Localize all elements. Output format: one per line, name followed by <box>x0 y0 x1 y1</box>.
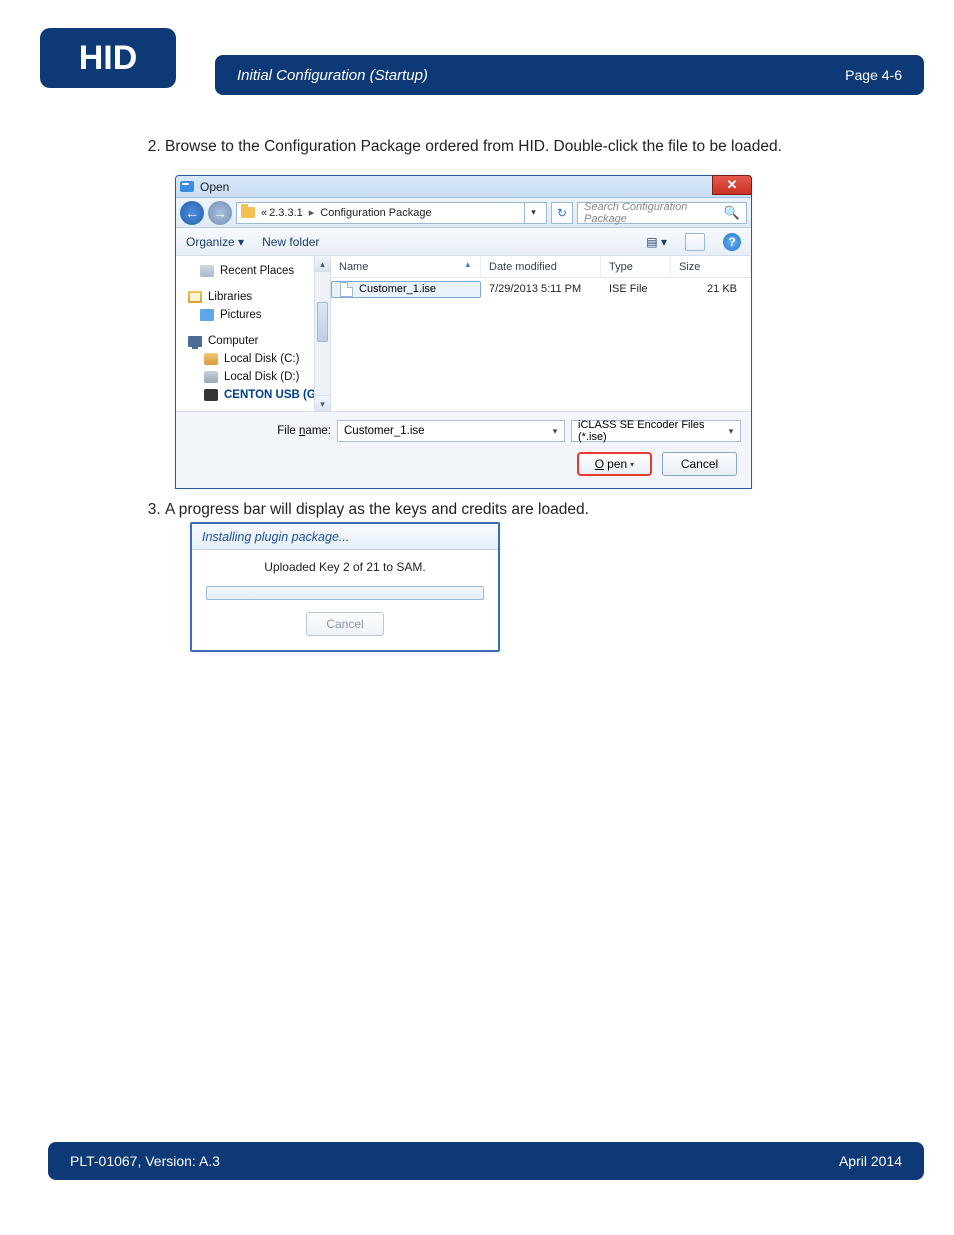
forward-button[interactable]: → <box>208 201 232 225</box>
column-headers: Name▴ Date modified Type Size <box>331 256 751 278</box>
organize-button[interactable]: Organize ▾ <box>186 235 244 249</box>
file-icon <box>340 282 353 297</box>
sort-asc-icon: ▴ <box>465 259 470 270</box>
col-type[interactable]: Type <box>601 256 671 277</box>
refresh-button[interactable]: ↻ <box>551 202 573 224</box>
footer-right: April 2014 <box>839 1153 902 1169</box>
logo-text: HID <box>79 39 138 78</box>
crumb-prefix: « <box>261 207 267 219</box>
header-title: Initial Configuration (Startup) <box>237 67 428 84</box>
dialog-titlebar[interactable]: Open ✕ <box>176 176 751 198</box>
nav-sidebar: ▴ ▾ Recent Places Libraries Pictures Com… <box>176 256 331 411</box>
chevron-down-icon[interactable]: ▾ <box>546 421 564 441</box>
page-footer: PLT-01067, Version: A.3 April 2014 <box>48 1142 924 1180</box>
views-button[interactable]: ▤ ▾ <box>646 235 667 249</box>
hid-logo: HID <box>40 28 200 98</box>
sidebar-item-usb[interactable]: CENTON USB (G:) <box>184 386 330 404</box>
dialog-title: Open <box>200 180 229 194</box>
chevron-right-icon: ▸ <box>305 206 319 219</box>
file-pane: Name▴ Date modified Type Size Customer_1… <box>331 256 751 411</box>
computer-icon <box>188 336 202 347</box>
usb-icon <box>204 389 218 401</box>
progress-dialog-screenshot: Installing plugin package... Uploaded Ke… <box>190 522 500 652</box>
close-button[interactable]: ✕ <box>712 175 752 195</box>
sidebar-scrollbar[interactable] <box>314 272 330 395</box>
open-button[interactable]: Open▾ <box>577 452 652 476</box>
disk-icon <box>204 371 218 383</box>
search-input[interactable]: Search Configuration Package 🔍 <box>577 202 747 224</box>
sidebar-item-local-c[interactable]: Local Disk (C:) <box>184 350 330 368</box>
file-type: ISE File <box>601 283 671 295</box>
back-button[interactable]: ← <box>180 201 204 225</box>
search-icon: 🔍 <box>724 205 740 221</box>
filename-label: File name: <box>186 425 331 437</box>
folder-icon <box>241 207 255 218</box>
file-name: Customer_1.ise <box>359 283 436 295</box>
sidebar-item-libraries[interactable]: Libraries <box>184 288 330 306</box>
pictures-icon <box>200 309 214 321</box>
file-date: 7/29/2013 5:11 PM <box>481 283 601 295</box>
progress-message: Uploaded Key 2 of 21 to SAM. <box>206 560 484 574</box>
dialog-bottom: File name: Customer_1.ise ▾ iCLASS SE En… <box>176 411 751 488</box>
progress-cancel-button[interactable]: Cancel <box>306 612 384 636</box>
progress-bar <box>206 586 484 600</box>
sidebar-scroll-down[interactable]: ▾ <box>314 395 330 411</box>
col-name[interactable]: Name▴ <box>331 256 481 277</box>
breadcrumb[interactable]: « 2.3.3.1 ▸ Configuration Package ▾ <box>236 202 547 224</box>
open-dialog-screenshot: Open ✕ ← → « 2.3.3.1 ▸ Configuration Pac… <box>175 175 752 489</box>
step-2: Browse to the Configuration Package orde… <box>165 135 914 158</box>
recent-icon <box>200 265 214 277</box>
file-row[interactable]: Customer_1.ise 7/29/2013 5:11 PM ISE Fil… <box>331 278 751 300</box>
page-header: Initial Configuration (Startup) Page 4-6 <box>215 55 924 95</box>
step-3: A progress bar will display as the keys … <box>165 498 914 521</box>
crumb-2[interactable]: Configuration Package <box>320 207 431 219</box>
header-page: Page 4-6 <box>845 67 902 83</box>
sidebar-item-local-d[interactable]: Local Disk (D:) <box>184 368 330 386</box>
toolbar: Organize ▾ New folder ▤ ▾ ? <box>176 228 751 256</box>
file-size: 21 KB <box>671 283 751 295</box>
cancel-button[interactable]: Cancel <box>662 452 737 476</box>
preview-pane-button[interactable] <box>685 233 705 251</box>
nav-row: ← → « 2.3.3.1 ▸ Configuration Package ▾ … <box>176 198 751 228</box>
col-date[interactable]: Date modified <box>481 256 601 277</box>
libraries-icon <box>188 291 202 303</box>
sidebar-scroll-up[interactable]: ▴ <box>314 256 330 272</box>
breadcrumb-dropdown[interactable]: ▾ <box>524 202 542 224</box>
new-folder-button[interactable]: New folder <box>262 235 319 249</box>
col-size[interactable]: Size <box>671 256 751 277</box>
progress-title: Installing plugin package... <box>192 524 498 550</box>
sidebar-item-pictures[interactable]: Pictures <box>184 306 330 324</box>
crumb-1[interactable]: 2.3.3.1 <box>269 207 303 219</box>
help-button[interactable]: ? <box>723 233 741 251</box>
search-placeholder: Search Configuration Package <box>584 201 724 225</box>
sidebar-item-recent[interactable]: Recent Places <box>184 262 330 280</box>
footer-left: PLT-01067, Version: A.3 <box>70 1153 220 1169</box>
chevron-down-icon[interactable]: ▾ <box>722 421 740 441</box>
filename-input[interactable]: Customer_1.ise ▾ <box>337 420 565 442</box>
filetype-select[interactable]: iCLASS SE Encoder Files (*.ise) ▾ <box>571 420 741 442</box>
disk-icon <box>204 353 218 365</box>
app-icon <box>180 181 194 192</box>
sidebar-item-computer[interactable]: Computer <box>184 332 330 350</box>
